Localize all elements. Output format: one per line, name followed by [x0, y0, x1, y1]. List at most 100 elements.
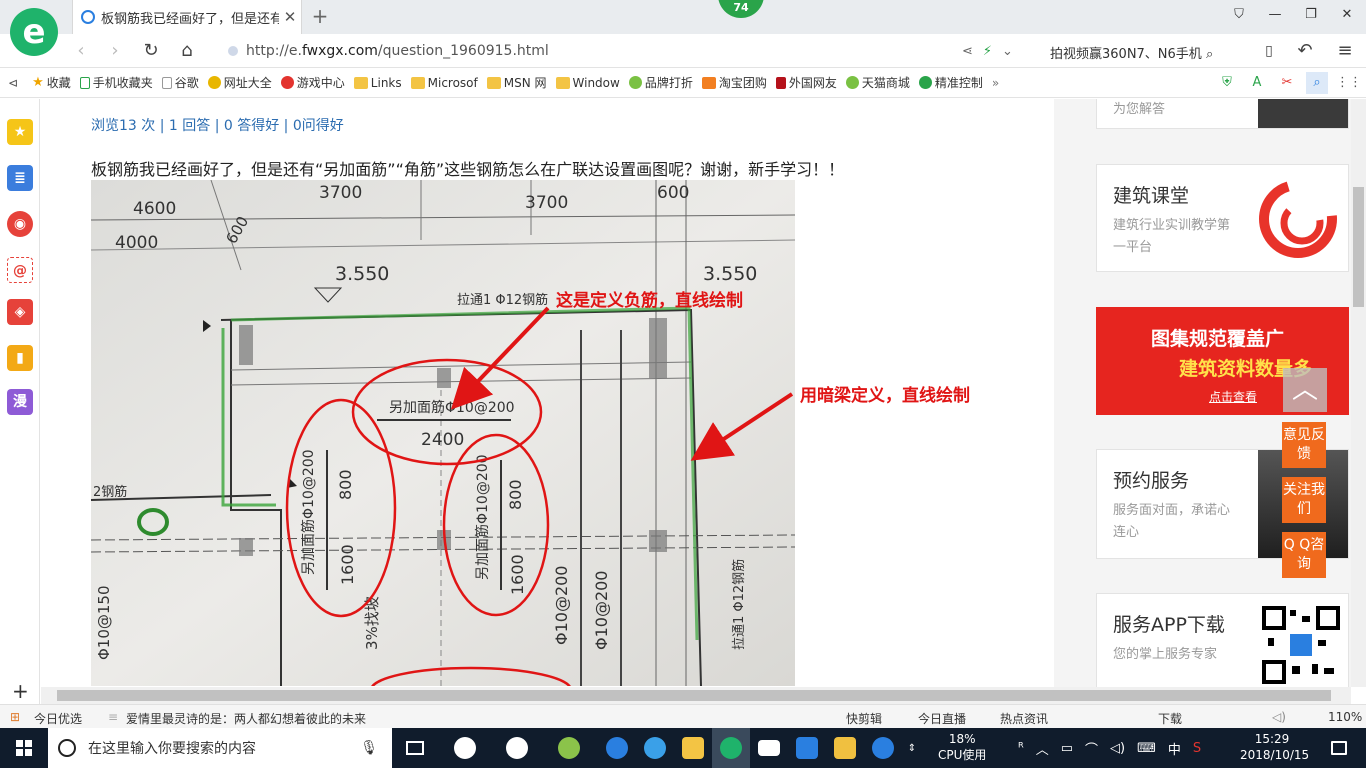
answer-card[interactable]: 为您解答 — [1096, 99, 1349, 129]
bookmark-item[interactable]: 外国网友 — [775, 74, 837, 91]
favorites-star-icon[interactable]: ★ — [7, 119, 33, 145]
banner-button[interactable]: 点击查看 — [1209, 388, 1257, 405]
swirl-app-icon[interactable] — [550, 728, 588, 768]
horizontal-scroll-thumb[interactable] — [57, 690, 1331, 701]
start-button[interactable] — [0, 728, 48, 768]
cortana-icon[interactable] — [58, 739, 76, 757]
plus-app-icon[interactable] — [788, 728, 826, 768]
downloads[interactable]: 下载 — [1158, 710, 1182, 727]
lightning-icon[interactable]: ⚡ — [983, 44, 992, 59]
ime-indicator[interactable]: 中 — [1168, 739, 1181, 758]
tray-expand-icon[interactable]: ︿ — [1036, 739, 1049, 758]
sogou-icon[interactable]: S — [1193, 741, 1201, 756]
bookmark-item[interactable]: 游戏中心 — [280, 74, 345, 91]
hot-news[interactable]: 热点资讯 — [1000, 710, 1048, 727]
ie-icon[interactable] — [636, 728, 674, 768]
tab-close-icon[interactable]: ✕ — [279, 8, 301, 26]
back-button[interactable]: ‹ — [68, 39, 94, 63]
url-input[interactable]: http://e.fwxgx.com/question_1960915.html — [222, 38, 1034, 64]
forward-button[interactable]: › — [102, 39, 128, 63]
cpu-usage[interactable]: 18% CPU使用 — [938, 731, 986, 763]
bookmark-item[interactable]: 网址大全 — [207, 74, 272, 91]
vertical-scrollbar[interactable] — [1351, 99, 1366, 687]
fan-app-icon[interactable] — [446, 728, 484, 768]
search-icon[interactable]: ⌕ — [1206, 47, 1213, 62]
menu-icon[interactable]: ≡ — [1332, 39, 1358, 63]
bookmark-item[interactable]: 品牌打折 — [628, 74, 693, 91]
comics-icon[interactable]: 漫 — [7, 389, 33, 415]
bookmark-item[interactable]: ★ 收藏 — [32, 74, 71, 91]
task-view-icon[interactable] — [396, 728, 434, 768]
zoom-level[interactable]: 110% — [1328, 710, 1362, 724]
follow-us-button[interactable]: 关注我们 — [1282, 477, 1326, 523]
bookmark-item[interactable]: Links — [353, 76, 402, 90]
vertical-scroll-thumb[interactable] — [1353, 187, 1364, 307]
g-app-icon[interactable] — [864, 728, 902, 768]
share-icon[interactable]: ⋖ — [962, 44, 973, 59]
file-explorer-icon[interactable] — [674, 728, 712, 768]
news-feed-icon[interactable]: ≣ — [7, 165, 33, 191]
feedback-button[interactable]: 意见反馈 — [1282, 422, 1326, 468]
mail-icon[interactable] — [750, 728, 788, 768]
gift-icon[interactable]: ⊞ — [10, 710, 20, 724]
back-to-top-button[interactable]: ︿ — [1283, 368, 1327, 412]
volume-icon[interactable]: ◁) — [1110, 741, 1125, 756]
notes-app-icon[interactable] — [826, 728, 864, 768]
keyboard-icon[interactable]: ⌨ — [1137, 741, 1156, 756]
grid-menu-icon[interactable]: ⋮⋮ — [1336, 72, 1362, 94]
site-info-icon[interactable] — [228, 46, 238, 56]
sidebar-toggle-icon[interactable]: ⊲ — [8, 76, 18, 90]
scissors-icon[interactable]: ✂ — [1276, 72, 1298, 94]
360-browser-logo[interactable]: e — [10, 8, 58, 56]
bookmark-item[interactable]: Microsof — [410, 76, 478, 90]
undo-icon[interactable]: ↶ — [1292, 39, 1318, 63]
home-icon[interactable]: ⌂ — [174, 39, 200, 63]
360-browser-taskbar-icon[interactable] — [498, 728, 536, 768]
horizontal-scrollbar[interactable] — [41, 687, 1351, 704]
live-stream[interactable]: 今日直播 — [918, 710, 966, 727]
bookmark-item[interactable]: MSN 网 — [486, 74, 547, 91]
action-center-icon[interactable] — [1320, 728, 1358, 768]
translate-icon[interactable]: A — [1246, 72, 1268, 94]
gamepad-icon[interactable]: ◈ — [7, 299, 33, 325]
people-icon[interactable]: ᴿ — [1018, 741, 1024, 756]
notebook-icon[interactable]: ▮ — [7, 345, 33, 371]
shield-icon[interactable]: ⛨ — [1216, 72, 1238, 94]
email-icon[interactable]: @ — [7, 257, 33, 283]
more-bookmarks-icon[interactable]: » — [992, 76, 999, 90]
microphone-icon[interactable]: 🎙 — [360, 740, 378, 756]
question-stats[interactable]: 浏览13 次 | 1 回答 | 0 答得好 | 0问得好 — [91, 115, 344, 135]
news-ticker[interactable]: 爱情里最灵诗的是：两人都幻想着彼此的未来 — [126, 710, 366, 727]
bookmark-item[interactable]: 手机收藏夹 — [79, 74, 153, 91]
reload-icon[interactable]: ↻ — [138, 39, 164, 63]
minimize-button[interactable]: — — [1262, 4, 1288, 26]
bookmark-item[interactable]: 精准控制 — [918, 74, 983, 91]
add-sidebar-item-icon[interactable]: + — [12, 679, 29, 703]
qq-consult-button[interactable]: Q Q咨询 — [1282, 532, 1326, 578]
close-window-button[interactable]: ✕ — [1334, 4, 1360, 26]
search-suggestion[interactable]: 拍视频赢360N7、N6手机 ⌕ — [1050, 43, 1213, 62]
bookmark-item[interactable]: 谷歌 — [161, 74, 199, 91]
notification-badge[interactable]: 74 — [718, 0, 764, 18]
edge-icon[interactable] — [598, 728, 636, 768]
browser-tab[interactable]: 板钢筋我已经画好了，但是还有 ✕ — [72, 0, 302, 34]
course-card[interactable]: 建筑课堂 建筑行业实训教学第一平台 — [1096, 164, 1349, 272]
taskbar-search-box[interactable]: 在这里输入你要搜索的内容 🎙 — [48, 728, 392, 768]
active-browser-icon[interactable] — [712, 728, 750, 768]
new-tab-button[interactable]: + — [308, 4, 332, 28]
bookmark-item[interactable]: Window — [555, 76, 620, 90]
bookmark-item[interactable]: 淘宝团购 — [701, 74, 767, 91]
weibo-icon[interactable]: ◉ — [7, 211, 33, 237]
phone-icon[interactable]: ▯ — [1256, 39, 1282, 63]
search-icon[interactable]: ⌕ — [1306, 72, 1328, 94]
video-clip[interactable]: 快剪辑 — [846, 710, 882, 727]
network-icon[interactable]: ⌒ — [1085, 739, 1098, 758]
restore-button[interactable]: ❐ — [1298, 4, 1324, 26]
chevron-down-icon[interactable]: ⌄ — [1002, 44, 1013, 59]
shirt-skin-icon[interactable]: ⛉ — [1226, 4, 1252, 26]
clock[interactable]: 15:29 2018/10/15 — [1240, 731, 1309, 763]
sound-icon[interactable]: ◁) — [1272, 710, 1286, 724]
taskbar-scroll-icon[interactable]: ⇕ — [902, 728, 922, 768]
battery-icon[interactable]: ▭ — [1061, 741, 1073, 756]
daily-picks[interactable]: 今日优选 — [34, 710, 82, 727]
